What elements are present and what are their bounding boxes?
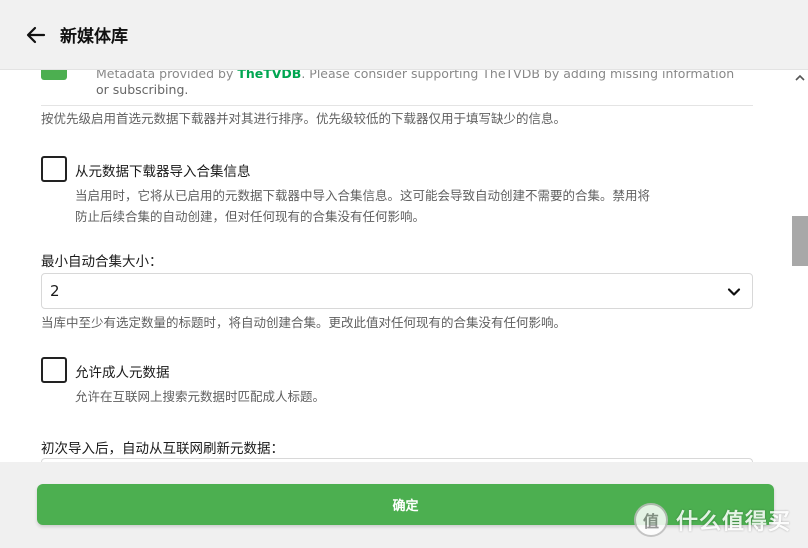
- adult-metadata-checkbox[interactable]: [41, 357, 67, 383]
- dialog-header: 新媒体库: [0, 0, 808, 70]
- min-collection-size-desc: 当库中至少有选定数量的标题时，将自动创建合集。更改此值对任何现有的合集没有任何影…: [41, 315, 567, 330]
- settings-content[interactable]: Metadata provided by TheTVDB. Please con…: [0, 70, 808, 462]
- scroll-up-button[interactable]: [792, 70, 808, 86]
- metadata-provider-text-line2: or subscribing.: [96, 82, 189, 97]
- chevron-down-icon: [727, 288, 741, 296]
- min-collection-size-select[interactable]: 2: [41, 273, 753, 309]
- metadata-downloader-checkbox[interactable]: [41, 70, 67, 80]
- back-button[interactable]: [16, 15, 56, 55]
- min-collection-size-value: 2: [50, 282, 60, 300]
- import-collections-desc-1: 当启用时，它将从已启用的元数据下载器中导入合集信息。这可能会导致自动创建不需要的…: [75, 188, 651, 203]
- watermark-logo-icon: 值: [634, 503, 668, 537]
- chevron-up-icon: [795, 74, 805, 81]
- dialog-title: 新媒体库: [60, 27, 128, 47]
- refresh-after-import-label: 初次导入后，自动从互联网刷新元数据：: [41, 441, 284, 457]
- thetvdb-link[interactable]: TheTVDB: [237, 70, 301, 81]
- downloader-hint: 按优先级启用首选元数据下载器并对其进行排序。优先级较低的下载器仅用于填写缺少的信…: [41, 111, 567, 126]
- list-divider: [41, 105, 753, 106]
- min-collection-size-label: 最小自动合集大小：: [41, 254, 163, 270]
- adult-metadata-label[interactable]: 允许成人元数据: [75, 361, 170, 381]
- metadata-provider-text: Metadata provided by TheTVDB. Please con…: [96, 70, 734, 83]
- watermark: 值 什么值得买: [634, 500, 791, 540]
- watermark-text: 什么值得买: [676, 510, 792, 535]
- import-collections-checkbox[interactable]: [41, 156, 67, 182]
- adult-metadata-desc: 允许在互联网上搜索元数据时匹配成人标题。: [75, 389, 326, 404]
- import-collections-desc-2: 防止后续合集的自动创建，但对任何现有的合集没有任何影响。: [75, 209, 426, 224]
- arrow-left-icon: [26, 26, 46, 43]
- scrollbar-thumb[interactable]: [792, 216, 808, 266]
- import-collections-label[interactable]: 从元数据下载器导入合集信息: [75, 160, 251, 180]
